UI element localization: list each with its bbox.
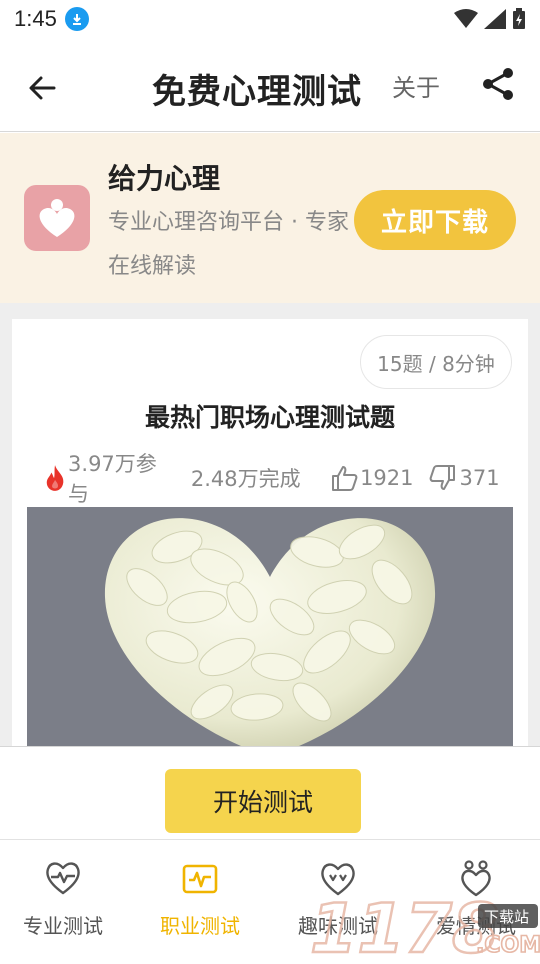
- site-watermark: 1178 下载站 .COM: [300, 880, 540, 964]
- watermark-sub: 下载站: [484, 908, 529, 926]
- heart-pulse-icon: [46, 862, 80, 895]
- page-title: 免费心理测试: [152, 72, 362, 112]
- completed-stat: 2.48万完成: [191, 463, 310, 493]
- download-button[interactable]: 立即下载: [354, 190, 516, 250]
- app-header: 免费心理测试 关于: [0, 38, 540, 132]
- status-time: 1:45: [14, 6, 57, 31]
- download-notification-icon: [64, 7, 89, 31]
- promo-description: 专业心理咨询平台 · 专家在线解读: [108, 210, 349, 279]
- test-cover-image: [27, 507, 513, 747]
- watermark-domain: .COM: [476, 933, 540, 958]
- like-count: 1921: [360, 466, 414, 490]
- participants-count: 3.97万参与: [68, 452, 157, 506]
- test-title: 最热门职场心理测试题: [144, 403, 395, 432]
- like-button[interactable]: 1921: [330, 464, 419, 492]
- thumbs-down-icon: [430, 465, 456, 490]
- test-stats: 3.97万参与 2.48万完成 1921 371: [44, 452, 504, 506]
- tab-professional-test[interactable]: 专业测试: [0, 858, 133, 939]
- start-test-button[interactable]: 开始测试: [165, 769, 361, 833]
- signal-icon: [484, 9, 506, 29]
- status-bar: 1:45: [0, 0, 540, 38]
- app-promo-banner[interactable]: 给力心理 专业心理咨询平台 · 专家在线解读 立即下载: [0, 133, 540, 303]
- about-link[interactable]: 关于: [392, 68, 440, 103]
- nav-label: 专业测试: [23, 914, 103, 938]
- back-arrow-icon[interactable]: [24, 70, 60, 106]
- briefcase-chart-icon: [182, 864, 218, 894]
- start-bar: 开始测试: [0, 746, 540, 840]
- thumbs-up-icon: [332, 466, 358, 491]
- wifi-icon: [454, 9, 478, 28]
- fire-icon: [46, 465, 64, 491]
- test-meta-badge: 15题 / 8分钟: [360, 335, 512, 389]
- tab-career-test[interactable]: 职业测试: [130, 858, 270, 939]
- dislike-button[interactable]: 371: [429, 464, 504, 492]
- battery-icon: [513, 8, 525, 29]
- nav-label: 职业测试: [160, 914, 240, 938]
- dislike-count: 371: [459, 466, 500, 490]
- app-logo-icon: [24, 185, 90, 251]
- share-icon[interactable]: [480, 66, 516, 102]
- promo-app-name: 给力心理: [108, 162, 221, 195]
- watermark-number: 1178: [310, 890, 499, 960]
- completed-count: 2.48万完成: [190, 467, 301, 491]
- participants-stat: 3.97万参与: [44, 448, 169, 508]
